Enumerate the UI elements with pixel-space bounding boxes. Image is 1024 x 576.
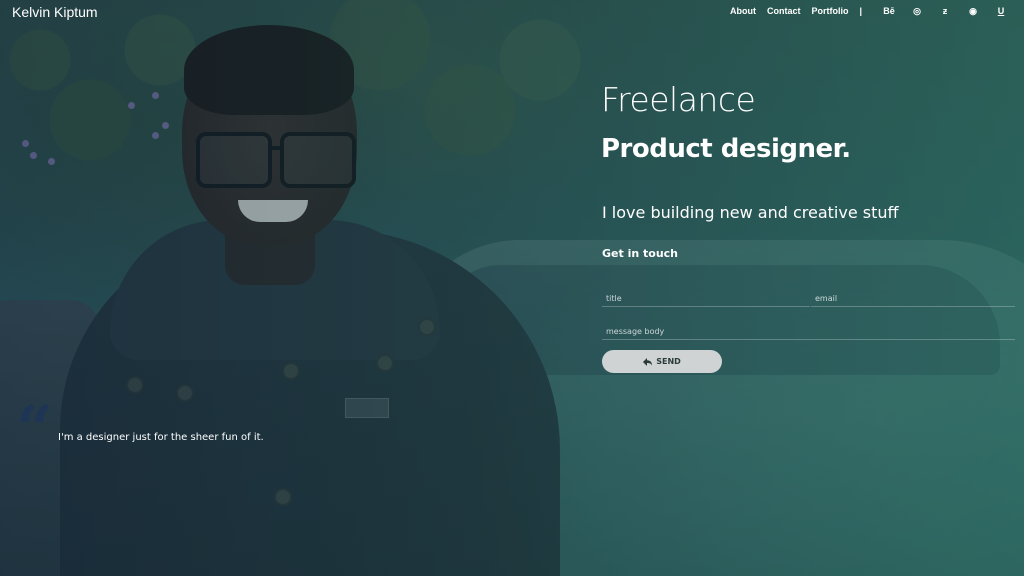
hero-tagline: I love building new and creative stuff [602, 203, 899, 222]
message-body-input[interactable] [602, 323, 1015, 340]
color-overlay [0, 0, 1024, 576]
nav-link-about[interactable]: About [730, 6, 756, 16]
nav-separator: | [859, 6, 862, 16]
dribbble-icon[interactable]: ◎ [912, 6, 922, 16]
pinterest-icon[interactable]: ◉ [968, 6, 978, 16]
quote-mark-icon: “ [16, 392, 53, 467]
nav-link-portfolio[interactable]: Portfolio [811, 6, 848, 16]
brand-name[interactable]: Kelvin Kiptum [12, 4, 98, 20]
title-input[interactable] [602, 290, 810, 307]
send-label: SEND [656, 357, 681, 366]
page: Kelvin Kiptum About Contact Portfolio | … [0, 0, 1024, 576]
reply-arrow-icon [643, 357, 653, 366]
get-in-touch-heading: Get in touch [602, 247, 679, 260]
deviantart-icon[interactable]: ƶ [940, 6, 950, 16]
nav-link-contact[interactable]: Contact [767, 6, 801, 16]
hero-title-role: Product designer. [601, 134, 851, 164]
top-nav: About Contact Portfolio | Bē ◎ ƶ ◉ U [719, 6, 1006, 17]
quote-text: I'm a designer just for the sheer fun of… [58, 432, 264, 443]
email-input[interactable] [811, 290, 1015, 307]
behance-icon[interactable]: Bē [883, 6, 895, 16]
send-button[interactable]: SEND [602, 350, 722, 373]
hero-title-freelance: Freelance [601, 80, 756, 119]
underline-u-icon[interactable]: U [996, 6, 1006, 16]
